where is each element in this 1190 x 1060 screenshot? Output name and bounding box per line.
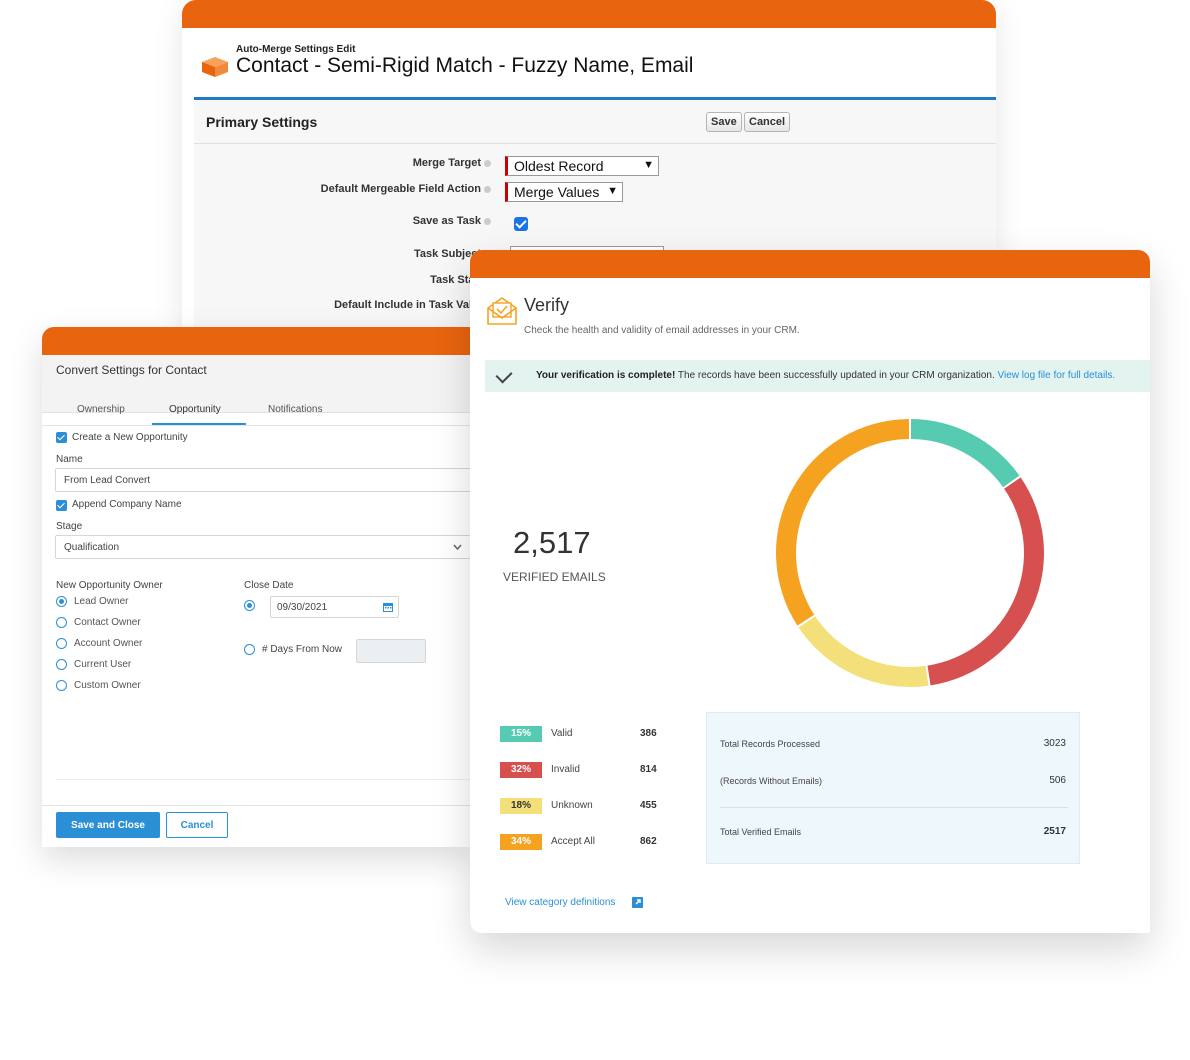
page-title: Contact - Semi-Rigid Match - Fuzzy Name,… xyxy=(236,54,694,77)
summary-value: 3023 xyxy=(1043,738,1066,749)
name-label: Name xyxy=(56,454,83,465)
save-button[interactable]: Save xyxy=(706,112,742,132)
stage-label: Stage xyxy=(56,521,83,532)
days-from-now-label: # Days From Now xyxy=(262,644,343,655)
merge-target-select[interactable]: Oldest Record ▼ xyxy=(505,156,659,176)
legend-count-unknown: 455 xyxy=(640,800,657,811)
success-banner: Your verification is complete! The recor… xyxy=(485,360,1150,392)
window-topbar xyxy=(182,0,996,28)
radio-account-owner[interactable] xyxy=(56,638,67,649)
legend-label-accept-all: Accept All xyxy=(551,836,595,847)
legend-label-invalid: Invalid xyxy=(551,764,580,775)
verify-title: Verify xyxy=(524,295,570,315)
legend-label-valid: Valid xyxy=(551,728,573,739)
donut-slice-unknown xyxy=(798,616,929,687)
create-opportunity-label: Create a New Opportunity xyxy=(72,432,188,443)
legend-count-accept-all: 862 xyxy=(640,836,657,847)
chevron-down-icon: ▼ xyxy=(607,185,618,197)
save-and-close-button[interactable]: Save and Close xyxy=(56,812,160,838)
days-from-now-input[interactable] xyxy=(356,639,426,663)
divider xyxy=(56,779,472,780)
donut-slice-invalid xyxy=(927,477,1044,686)
footer-divider xyxy=(42,805,472,806)
radio-label: Account Owner xyxy=(74,638,143,649)
radio-label: Contact Owner xyxy=(74,617,141,628)
mergeable-field-action-label: Default Mergeable Field Action xyxy=(321,183,491,195)
radio-current-user[interactable] xyxy=(56,659,67,670)
panel-header: Primary Settings Save Cancel xyxy=(194,100,996,144)
calendar-icon[interactable] xyxy=(383,602,393,612)
email-check-icon xyxy=(487,297,517,325)
legend-count-valid: 386 xyxy=(640,728,657,739)
verified-label: VERIFIED EMAILS xyxy=(503,570,606,584)
verified-count: 2,517 xyxy=(513,525,591,560)
radio-label: Custom Owner xyxy=(74,680,141,691)
window-topbar xyxy=(470,250,1150,278)
tabs-divider xyxy=(42,425,472,426)
legend-pill-unknown: 18% xyxy=(500,798,542,814)
owner-label: New Opportunity Owner xyxy=(56,580,163,591)
verify-description: Check the health and validity of email a… xyxy=(524,325,800,336)
chevron-down-icon: ▼ xyxy=(643,159,654,171)
panel-title: Primary Settings xyxy=(206,114,318,130)
cancel-button[interactable]: Cancel xyxy=(744,112,791,132)
radio-contact-owner[interactable] xyxy=(56,617,67,628)
summary-label: Total Verified Emails xyxy=(720,827,802,837)
mergeable-field-action-select[interactable]: Merge Values ▼ xyxy=(505,182,623,202)
tab-notifications[interactable]: Notifications xyxy=(268,404,322,415)
convert-title: Convert Settings for Contact xyxy=(56,363,207,377)
summary-panel: Total Records Processed 3023 (Records Wi… xyxy=(706,712,1080,864)
legend-label-unknown: Unknown xyxy=(551,800,593,811)
donut-slice-accept-all xyxy=(776,419,910,626)
append-company-checkbox[interactable] xyxy=(56,500,67,511)
external-link-icon[interactable] xyxy=(632,897,643,908)
stage-select[interactable]: Qualification xyxy=(55,535,471,559)
donut-slice-valid xyxy=(910,419,1020,488)
help-icon[interactable] xyxy=(484,159,491,167)
name-input[interactable]: From Lead Convert xyxy=(55,468,472,492)
window-topbar xyxy=(42,327,472,355)
radio-days-from-now[interactable] xyxy=(244,644,255,655)
chevron-down-icon xyxy=(453,544,462,550)
tab-ownership[interactable]: Ownership xyxy=(77,404,125,415)
view-log-link[interactable]: View log file for full details. xyxy=(998,370,1116,381)
banner-text: Your verification is complete! The recor… xyxy=(536,370,1116,381)
save-as-task-checkbox[interactable] xyxy=(514,217,528,231)
legend-pill-invalid: 32% xyxy=(500,762,542,778)
append-company-label: Append Company Name xyxy=(72,499,182,510)
summary-value: 506 xyxy=(1049,775,1066,786)
summary-value: 2517 xyxy=(1043,826,1066,837)
default-include-label: Default Include in Task Values xyxy=(334,299,491,311)
active-tab-indicator xyxy=(152,423,246,425)
radio-lead-owner[interactable] xyxy=(56,596,67,607)
summary-divider xyxy=(720,807,1068,808)
save-as-task-label: Save as Task xyxy=(413,215,491,227)
summary-label: (Records Without Emails) xyxy=(720,776,823,786)
close-date-input[interactable]: 09/30/2021 xyxy=(270,596,399,618)
legend-count-invalid: 814 xyxy=(640,764,657,775)
close-date-value: 09/30/2021 xyxy=(277,602,328,613)
box-logo-icon xyxy=(202,57,228,77)
radio-custom-owner[interactable] xyxy=(56,680,67,691)
convert-settings-window: Convert Settings for Contact Ownership O… xyxy=(42,327,472,847)
radio-label: Current User xyxy=(74,659,132,670)
merge-target-label: Merge Target xyxy=(413,157,491,169)
verification-donut-chart xyxy=(776,419,1044,687)
radio-close-date[interactable] xyxy=(244,600,255,611)
stage-value: Qualification xyxy=(64,542,120,553)
close-date-label: Close Date xyxy=(244,580,294,591)
legend-pill-accept-all: 34% xyxy=(500,834,542,850)
cancel-button[interactable]: Cancel xyxy=(166,812,228,838)
view-category-definitions-link[interactable]: View category definitions xyxy=(505,897,615,908)
tab-opportunity[interactable]: Opportunity xyxy=(169,404,221,415)
help-icon[interactable] xyxy=(484,185,491,193)
create-opportunity-checkbox[interactable] xyxy=(56,432,67,443)
summary-label: Total Records Processed xyxy=(720,739,821,749)
check-icon xyxy=(495,366,513,384)
legend-pill-valid: 15% xyxy=(500,726,542,742)
help-icon[interactable] xyxy=(484,217,491,225)
verify-window: Verify Check the health and validity of … xyxy=(470,250,1150,933)
radio-label: Lead Owner xyxy=(74,596,129,607)
